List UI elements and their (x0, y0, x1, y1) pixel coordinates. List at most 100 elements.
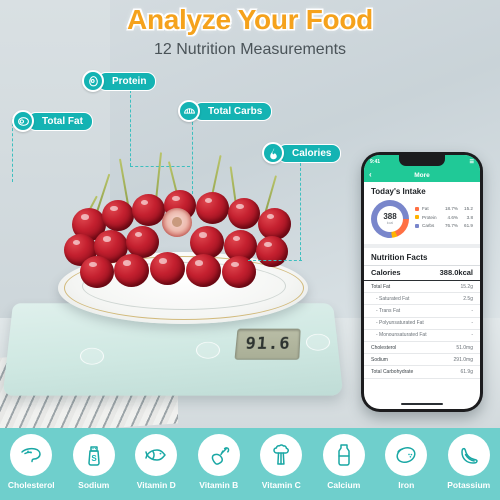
fish-icon (135, 434, 178, 476)
macro-legend-row: Protein 4.6% 3.8 (415, 215, 473, 220)
egg-icon (82, 70, 104, 92)
fact-value: 51.0mg (456, 344, 473, 351)
macro-color-swatch (415, 206, 419, 211)
macro-name: Protein (422, 214, 437, 220)
cherry (196, 192, 229, 224)
macro-name: Carbs (422, 223, 435, 229)
nutrient-strip-label: Vitamin D (136, 480, 176, 490)
phone-mockup: 9:41 ☰ ‹ More Today's Intake 388 kcal Fa… (361, 152, 483, 412)
nutrient-strip-label: Vitamin B (199, 480, 239, 490)
leader-line-protein-h (130, 166, 190, 167)
todays-intake-card: Today's Intake 388 kcal Fat 18.7% 15.2 Prot… (364, 182, 480, 244)
phone-screen: 9:41 ☰ ‹ More Today's Intake 388 kcal Fa… (364, 155, 480, 409)
chevron-left-icon[interactable]: ‹ (369, 171, 372, 179)
fact-value: - (471, 320, 473, 327)
fact-label: Total Carbohydrate (371, 368, 414, 375)
macro-percent: 76.7% (444, 223, 458, 229)
fact-label: Cholesterol (371, 344, 397, 351)
nutrient-strip-item[interactable]: Vitamin B (188, 428, 251, 490)
macro-color-swatch (415, 223, 419, 228)
nutrient-strip-item[interactable]: Potassium (438, 428, 500, 490)
macro-grams: 61.9 (464, 223, 473, 229)
callout-label: Calories (277, 143, 342, 163)
macro-grams: 15.2 (464, 206, 473, 212)
steak-icon (12, 110, 34, 132)
cherry (228, 198, 260, 229)
macro-percent: 4.6% (447, 214, 458, 220)
calories-label: Calories (371, 268, 401, 277)
nutrition-fact-row: - Monounsaturated Fat - (364, 330, 480, 342)
cherry (186, 254, 221, 287)
product-marketing-image: 91.6 Analyze Your Food 12 Nutrition Meas… (0, 0, 500, 500)
nutrient-strip-label: Calcium (327, 480, 361, 490)
status-time: 9:41 (370, 158, 381, 165)
banana-icon (447, 434, 490, 476)
cherry (258, 208, 291, 240)
nutrient-strip-label: Cholesterol (7, 480, 55, 490)
cherry (102, 200, 134, 231)
fact-value: - (471, 332, 473, 339)
fact-value: 291.0mg (453, 356, 473, 363)
broccoli-icon (260, 434, 303, 476)
intake-row: 388 kcal Fat 18.7% 15.2 Protein 4.6% 3.8 Carbs… (371, 200, 473, 238)
calories-row: Calories 388.0kcal (364, 265, 480, 281)
cherry (150, 252, 185, 285)
callout-total-fat: Total Fat (12, 110, 93, 132)
flame-icon (262, 142, 284, 164)
scale-lcd-display: 91.6 (234, 328, 301, 360)
nutrient-strip-item[interactable]: Iron (375, 428, 438, 490)
nutrition-fact-row: - Polyunsaturated Fat - (364, 318, 480, 330)
fact-value: 2.5g (463, 295, 473, 302)
donut-total-unit: kcal (386, 220, 394, 225)
nutrient-strip-label: Sodium (78, 480, 110, 490)
milk-bottle-icon (322, 434, 365, 476)
intake-title: Today's Intake (371, 187, 426, 196)
leader-line-calories-h (248, 260, 302, 261)
cherry-pile (58, 150, 308, 290)
callout-total-carbs: Total Carbs (178, 100, 273, 122)
callout-label: Protein (97, 71, 157, 91)
cherry (114, 254, 149, 287)
home-indicator (401, 402, 443, 405)
fact-value: 61.9g (460, 368, 473, 375)
nutrient-strip-label: Potassium (447, 480, 491, 490)
nutrient-strip-item[interactable]: Calcium (313, 428, 376, 490)
calories-value: 388.0kcal (439, 268, 473, 277)
nutrition-fact-row: Sodium 291.0mg (364, 354, 480, 367)
fact-label: - Polyunsaturated Fat (376, 320, 424, 327)
macro-legend: Fat 18.7% 15.2 Protein 4.6% 3.8 Carbs 76.7% 61.9 (415, 206, 473, 232)
macro-grams: 3.8 (466, 214, 473, 220)
nutrition-fact-row: Total Fat 15.2g (364, 281, 480, 294)
phone-notch (399, 155, 445, 166)
nutrient-strip-label: Vitamin C (261, 480, 301, 490)
leader-line-total-carbs-v (192, 122, 193, 194)
fact-label: Total Fat (371, 283, 391, 290)
nutrient-strip-item[interactable]: Cholesterol (0, 428, 63, 490)
donut-center: 388 kcal (377, 206, 403, 232)
nav-title: More (414, 171, 430, 179)
nutrient-strip-item[interactable]: Vitamin C (250, 428, 313, 490)
callout-protein: Protein (82, 70, 157, 92)
cherry (256, 236, 288, 267)
nutrient-strip-item[interactable]: S Sodium (63, 428, 126, 490)
nutrition-facts-title: Nutrition Facts (371, 253, 428, 262)
leader-line-protein-v (130, 90, 131, 166)
macro-donut-chart: 388 kcal (371, 200, 409, 238)
nutrient-strip-item[interactable]: Vitamin D (125, 428, 188, 490)
macro-name: Fat (422, 206, 429, 212)
nutrient-icon-strip: Cholesterol S Sodium Vitamin D Vitamin B Vita… (0, 428, 500, 500)
callout-label: Total Fat (27, 111, 93, 131)
macro-legend-row: Fat 18.7% 15.2 (415, 206, 473, 211)
macro-color-swatch (415, 215, 419, 220)
nutrition-fact-row: Total Carbohydrate 61.9g (364, 366, 480, 379)
nutrition-fact-row: - Trans Fat - (364, 305, 480, 318)
nutrition-fact-row: Cholesterol 51.0mg (364, 342, 480, 355)
fact-label: - Trans Fat (376, 307, 401, 314)
salt-shaker-icon: S (72, 434, 115, 476)
callout-calories: Calories (262, 142, 342, 164)
page-subtitle: 12 Nutrition Measurements (153, 41, 347, 58)
cherry-halved (162, 208, 192, 237)
scale-weight-value: 91.6 (244, 334, 291, 354)
app-nav-bar: ‹ More (364, 168, 480, 182)
page-title: Analyze Your Food (127, 4, 373, 35)
